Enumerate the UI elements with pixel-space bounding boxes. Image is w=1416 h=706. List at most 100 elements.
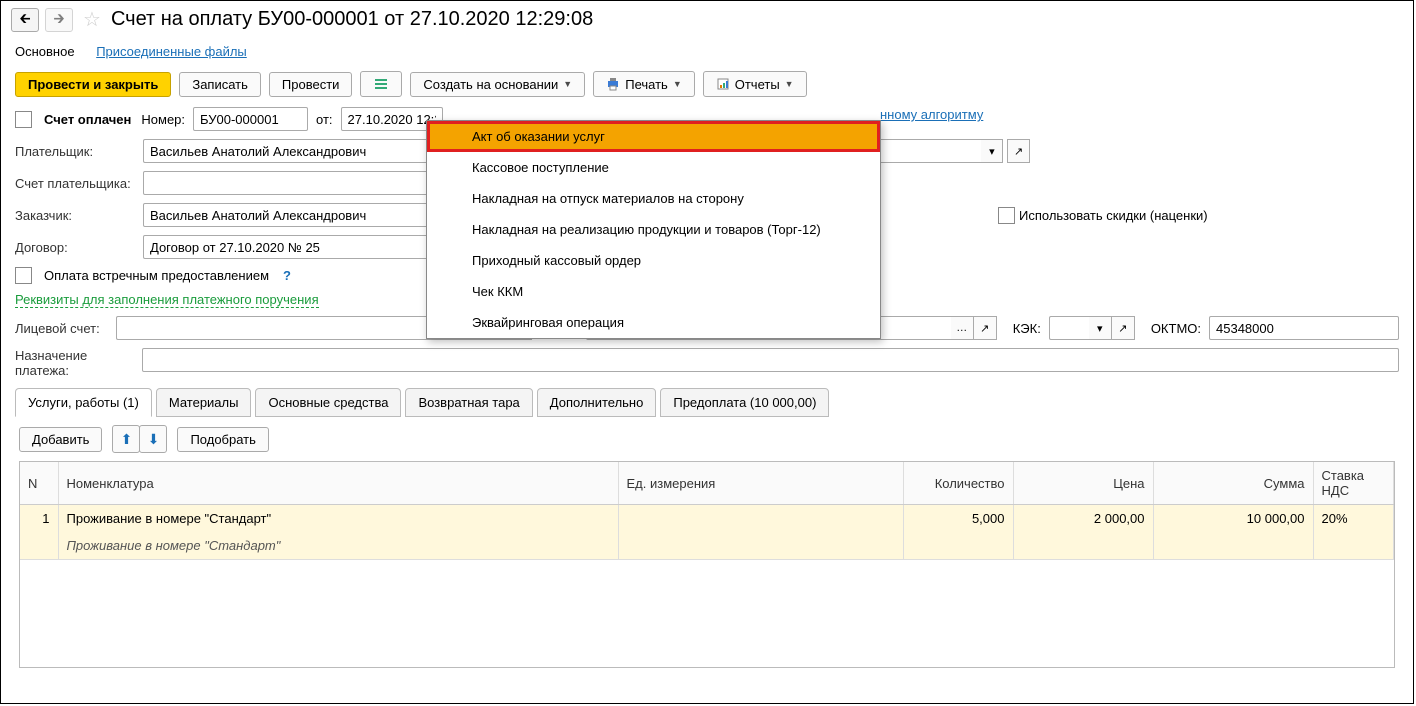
dropdown-item-acquiring[interactable]: Эквайринговая операция	[427, 307, 880, 338]
dropdown-item-torg12[interactable]: Накладная на реализацию продукции и това…	[427, 214, 880, 245]
save-button[interactable]: Записать	[179, 72, 261, 97]
items-grid: N Номенклатура Ед. измерения Количество …	[19, 461, 1395, 668]
oktmo-input[interactable]	[1209, 316, 1399, 340]
cell-vat: 20%	[1313, 505, 1394, 533]
open-button[interactable]: ↗	[1112, 316, 1135, 340]
customer-input[interactable]	[143, 203, 435, 227]
offset-label: Оплата встречным предоставлением	[44, 268, 269, 283]
paid-label: Счет оплачен	[44, 112, 131, 127]
document-window: 🡰 🡲 ☆ Счет на оплату БУ00-000001 от 27.1…	[0, 0, 1414, 704]
algorithm-link-fragment[interactable]: нному алгоритму	[880, 107, 983, 122]
title-row: 🡰 🡲 ☆ Счет на оплату БУ00-000001 от 27.1…	[1, 1, 1413, 38]
discounts-label: Использовать скидки (наценки)	[1019, 208, 1208, 223]
dropdown-item-cash-order[interactable]: Приходный кассовый ордер	[427, 245, 880, 276]
add-button[interactable]: Добавить	[19, 427, 102, 452]
report-icon	[716, 77, 730, 91]
col-nom[interactable]: Номенклатура	[58, 462, 618, 505]
create-based-dropdown: Акт об оказании услуг Кассовое поступлен…	[426, 120, 881, 339]
purpose-label: Назначение платежа:	[15, 348, 134, 378]
personal-acc-label: Лицевой счет:	[15, 321, 108, 336]
table-row-sub[interactable]: Проживание в номере "Стандарт"	[20, 532, 1394, 560]
dropdown-item-cash-in[interactable]: Кассовое поступление	[427, 152, 880, 183]
oktmo-label: ОКТМО:	[1151, 321, 1201, 336]
move-down-button[interactable]: ⬇	[139, 425, 167, 453]
payment-requisites-link[interactable]: Реквизиты для заполнения платежного пору…	[15, 292, 319, 308]
post-and-close-button[interactable]: Провести и закрыть	[15, 72, 171, 97]
table-row[interactable]: 1 Проживание в номере "Стандарт" 5,000 2…	[20, 505, 1394, 533]
number-input[interactable]	[193, 107, 308, 131]
paid-checkbox[interactable]	[15, 111, 32, 128]
back-button[interactable]: 🡰	[11, 8, 39, 32]
open-button[interactable]: ↗	[1007, 139, 1030, 163]
tab-additional[interactable]: Дополнительно	[537, 388, 657, 417]
purpose-input[interactable]	[142, 348, 1399, 372]
grid-header-row: N Номенклатура Ед. измерения Количество …	[20, 462, 1394, 505]
dropdown-item-materials-out[interactable]: Накладная на отпуск материалов на сторон…	[427, 183, 880, 214]
col-unit[interactable]: Ед. измерения	[618, 462, 903, 505]
discounts-wrap: Использовать скидки (наценки)	[998, 207, 1208, 224]
pick-button[interactable]: Подобрать	[177, 427, 268, 452]
payer-label: Плательщик:	[15, 144, 135, 159]
cell-sum: 10 000,00	[1153, 505, 1313, 533]
create-based-button[interactable]: Создать на основании ▼	[410, 72, 585, 97]
caret-down-icon: ▼	[785, 80, 794, 89]
print-button[interactable]: Печать ▼	[593, 71, 695, 97]
customer-label: Заказчик:	[15, 208, 135, 223]
kek-input[interactable]	[1049, 316, 1089, 340]
reports-button[interactable]: Отчеты ▼	[703, 71, 807, 97]
tab-services[interactable]: Услуги, работы (1)	[15, 388, 152, 417]
ellipsis-button[interactable]: …	[951, 316, 974, 340]
nav-attachments[interactable]: Присоединенные файлы	[96, 44, 247, 59]
caret-down-icon: ▼	[673, 80, 682, 89]
number-label: Номер:	[141, 112, 185, 127]
col-price[interactable]: Цена	[1013, 462, 1153, 505]
dropdown-item-act[interactable]: Акт об оказании услуг	[427, 121, 880, 152]
movements-button[interactable]	[360, 71, 402, 97]
payer-acc-label: Счет плательщика:	[15, 176, 135, 191]
tab-assets[interactable]: Основные средства	[255, 388, 401, 417]
col-sum[interactable]: Сумма	[1153, 462, 1313, 505]
cell-qty: 5,000	[903, 505, 1013, 533]
movements-icon	[374, 77, 388, 91]
contract-label: Договор:	[15, 240, 135, 255]
caret-down-icon: ▼	[563, 80, 572, 89]
tab-prepayment[interactable]: Предоплата (10 000,00)	[660, 388, 829, 417]
reports-label: Отчеты	[735, 78, 780, 91]
page-title: Счет на оплату БУ00-000001 от 27.10.2020…	[111, 8, 593, 31]
col-n[interactable]: N	[20, 462, 58, 505]
payer-acc-input[interactable]	[143, 171, 435, 195]
create-based-label: Создать на основании	[423, 78, 558, 91]
kek-field: ▾ ↗	[1049, 316, 1135, 340]
select-button[interactable]: ▾	[1089, 316, 1112, 340]
tabs: Услуги, работы (1) Материалы Основные ср…	[1, 382, 1413, 417]
cell-n: 1	[20, 505, 58, 533]
tab-materials[interactable]: Материалы	[156, 388, 252, 417]
favorite-icon[interactable]: ☆	[83, 7, 101, 32]
contract-input[interactable]	[143, 235, 435, 259]
offset-checkbox[interactable]	[15, 267, 32, 284]
date-label: от:	[316, 112, 333, 127]
grid-toolbar: Добавить ⬆ ⬇ Подобрать	[1, 417, 1413, 461]
dropdown-item-kkm[interactable]: Чек ККМ	[427, 276, 880, 307]
select-button[interactable]: ▾	[981, 139, 1003, 163]
cell-price: 2 000,00	[1013, 505, 1153, 533]
tab-returnable[interactable]: Возвратная тара	[405, 388, 532, 417]
cell-nom: Проживание в номере "Стандарт"	[58, 505, 618, 533]
printer-icon	[606, 77, 620, 91]
offset-help[interactable]: ?	[283, 268, 291, 283]
cell-sub: Проживание в номере "Стандарт"	[58, 532, 618, 560]
post-button[interactable]: Провести	[269, 72, 353, 97]
kek-label: КЭК:	[1013, 321, 1041, 336]
nav-main[interactable]: Основное	[15, 44, 75, 59]
col-qty[interactable]: Количество	[903, 462, 1013, 505]
nav-links: Основное Присоединенные файлы	[1, 38, 1413, 65]
cell-unit	[618, 505, 903, 533]
move-up-button[interactable]: ⬆	[112, 425, 140, 453]
open-button[interactable]: ↗	[974, 316, 997, 340]
forward-button[interactable]: 🡲	[45, 8, 73, 32]
row-purpose: Назначение платежа:	[1, 344, 1413, 382]
discounts-checkbox[interactable]	[998, 207, 1015, 224]
main-toolbar: Провести и закрыть Записать Провести Соз…	[1, 65, 1413, 103]
print-label: Печать	[625, 78, 668, 91]
col-vat[interactable]: Ставка НДС	[1313, 462, 1394, 505]
